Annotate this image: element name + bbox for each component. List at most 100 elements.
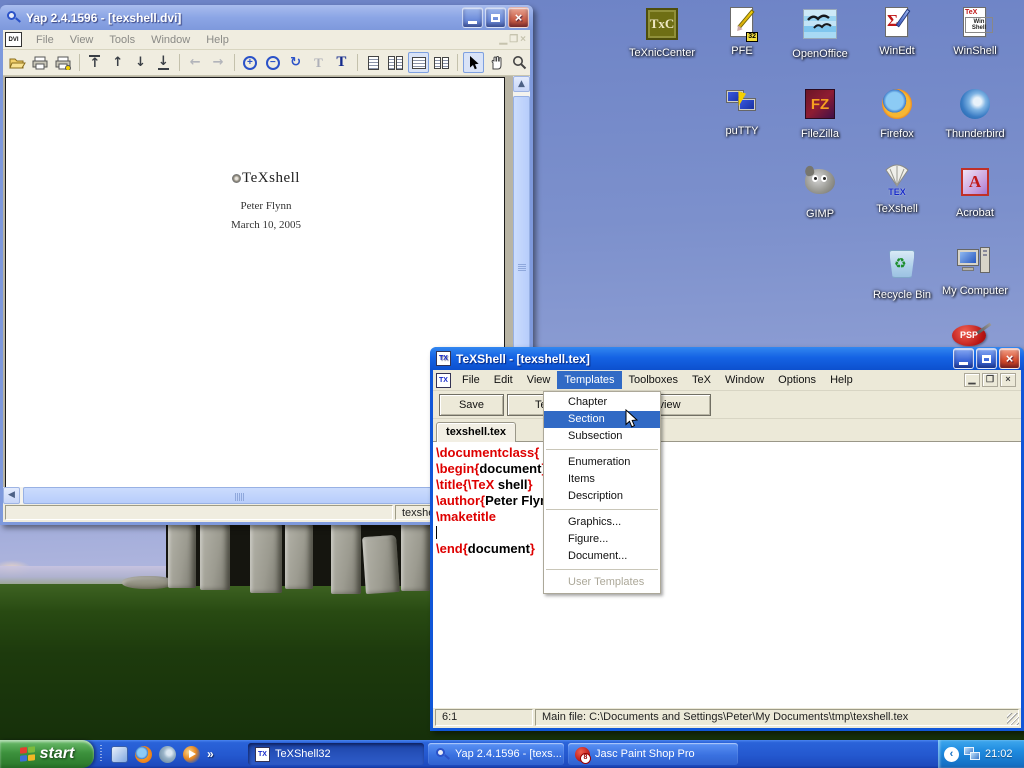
texshell-minimize-button[interactable] [953, 348, 974, 369]
menu-item-figure[interactable]: Figure... [544, 531, 660, 548]
code-line: \title{\TeX shell} [436, 477, 1021, 493]
openoffice-icon [802, 9, 838, 45]
menu-item-document[interactable]: Document... [544, 548, 660, 565]
menu-file[interactable]: File [455, 371, 487, 389]
menu-templates[interactable]: Templates [557, 371, 621, 389]
quicklaunch-overflow-chevron[interactable]: » [207, 746, 214, 763]
yap-menu-window[interactable]: Window [143, 32, 198, 48]
menu-toolboxes[interactable]: Toolboxes [622, 371, 686, 389]
menu-item-items[interactable]: Items [544, 471, 660, 488]
menu-item-section[interactable]: Section [544, 411, 660, 428]
desktop-icon-texniccenter[interactable]: TxC TeXnicCenter [617, 6, 707, 59]
desktop-icon-paint-shop-pro[interactable]: PSP [952, 325, 986, 346]
single-page-view-button[interactable] [363, 52, 384, 73]
menu-item-subsection[interactable]: Subsection [544, 428, 660, 445]
mdi-window-controls: ▁ ❒ × [964, 373, 1021, 387]
yap-titlebar[interactable]: Yap 2.4.1596 - [texshell.dvi] × [0, 5, 533, 30]
resize-grip[interactable] [1007, 713, 1019, 725]
mdi-minimize-button[interactable]: ▁ [964, 373, 980, 387]
desktop-icon-my-computer[interactable]: My Computer [930, 246, 1020, 297]
desktop-icon-firefox[interactable]: Firefox [852, 86, 942, 140]
text-tool-button[interactable]: T [331, 52, 352, 73]
select-tool-button[interactable] [463, 52, 484, 73]
texshell-menubar: TX File Edit View Templates Toolboxes Te… [433, 370, 1021, 391]
last-page-button[interactable]: ↓ [153, 52, 174, 73]
print-button[interactable] [30, 52, 51, 73]
zoom-in-button[interactable]: + [239, 52, 260, 73]
refresh-button[interactable]: ↻ [285, 52, 306, 73]
dvi-document-author: Peter Flynn [146, 200, 386, 212]
texshell-maximize-button[interactable] [976, 348, 997, 369]
texshell-titlebar[interactable]: TX TeXShell - [texshell.tex] × [430, 347, 1024, 370]
texniccenter-icon: TxC [646, 8, 678, 40]
folder-open-icon [9, 56, 26, 69]
next-page-button[interactable]: ↓ [130, 52, 151, 73]
desktop-icon-acrobat[interactable]: A Acrobat [930, 164, 1020, 219]
yap-menu-view[interactable]: View [62, 32, 102, 48]
editor-code[interactable]: \documentclass{\begin{document}\title{\T… [433, 442, 1021, 708]
texshell-statusbar: 6:1 Main file: C:\Documents and Settings… [433, 708, 1021, 727]
thunderbird-quicklaunch-icon[interactable] [159, 746, 176, 763]
horizontal-scroll-thumb[interactable] [23, 487, 455, 504]
yap-menu-help[interactable]: Help [198, 32, 237, 48]
menu-help[interactable]: Help [823, 371, 860, 389]
continuous-view-button[interactable] [431, 52, 452, 73]
printer-icon [32, 56, 48, 70]
menu-item-graphics[interactable]: Graphics... [544, 514, 660, 531]
menu-edit[interactable]: Edit [487, 371, 520, 389]
menu-view[interactable]: View [520, 371, 558, 389]
desktop-icon-texshell[interactable]: TEX TeXshell [852, 164, 942, 215]
mdi-close-button[interactable]: × [1000, 373, 1016, 387]
first-page-button[interactable]: ↑ [84, 52, 105, 73]
double-page-view-button[interactable] [386, 52, 407, 73]
menu-item-description[interactable]: Description [544, 488, 660, 505]
main-file-path: Main file: C:\Documents and Settings\Pet… [535, 709, 1019, 726]
mdi-restore-button[interactable]: ❒ [982, 373, 998, 387]
ruler-tool-button[interactable]: T [308, 52, 329, 73]
task-button-paint-shop-pro[interactable]: Jasc Paint Shop Pro [568, 743, 738, 765]
task-button-yap[interactable]: Yap 2.4.1596 - [texs... [428, 743, 564, 765]
mdi-ghost-buttons: ▁❒× [499, 34, 530, 46]
magnifier-tool-button[interactable] [509, 52, 530, 73]
task-button-texshell32[interactable]: TX TeXShell32 [248, 743, 424, 765]
down-arrow-icon: ↓ [135, 56, 146, 69]
media-player-quicklaunch-icon[interactable] [183, 746, 200, 763]
scroll-up-button[interactable]: ▲ [513, 76, 530, 92]
start-button[interactable]: start [0, 740, 94, 768]
fit-width-view-button[interactable] [408, 52, 429, 73]
scroll-left-button[interactable]: ◀ [3, 487, 20, 504]
firefox-quicklaunch-icon[interactable] [135, 746, 152, 763]
desktop-icon-pfe[interactable]: 32 PFE [697, 6, 787, 57]
taskbar-clock[interactable]: 21:02 [985, 748, 1013, 760]
network-tray-icon[interactable] [964, 747, 980, 761]
tray-collapse-button[interactable]: ‹ [944, 747, 959, 762]
yap-menu-tools[interactable]: Tools [101, 32, 143, 48]
dvi-document-title: TeXshell [146, 170, 386, 187]
menu-options[interactable]: Options [771, 371, 823, 389]
desktop-icon-winshell[interactable]: TeXWin Shell WinShell [930, 6, 1020, 57]
putty-icon [724, 86, 760, 122]
zoom-out-icon: − [266, 56, 280, 70]
yap-maximize-button[interactable] [485, 7, 506, 28]
menu-tex[interactable]: TeX [685, 371, 718, 389]
previous-page-button[interactable]: ↑ [107, 52, 128, 73]
menu-window[interactable]: Window [718, 371, 771, 389]
hand-tool-button[interactable] [486, 52, 507, 73]
yap-menu-file[interactable]: File [28, 32, 62, 48]
desktop-icon-thunderbird[interactable]: Thunderbird [930, 86, 1020, 140]
print-setup-button[interactable] [53, 52, 74, 73]
open-file-button[interactable] [7, 52, 28, 73]
desktop-icon-winedt[interactable]: Σ WinEdt [852, 6, 942, 57]
menu-item-enumeration[interactable]: Enumeration [544, 454, 660, 471]
texshell-close-button[interactable]: × [999, 348, 1020, 369]
yap-toolbar: ↑ ↑ ↓ ↓ ← → + − ↻ T T [3, 50, 530, 76]
desktop-icon-putty[interactable]: puTTY [697, 86, 787, 137]
zoom-out-button[interactable]: − [262, 52, 283, 73]
yap-close-button[interactable]: × [508, 7, 529, 28]
show-desktop-icon[interactable] [111, 746, 128, 763]
save-button[interactable]: Save [439, 394, 504, 416]
toolbar-separator [100, 745, 102, 763]
tab-texshell-tex[interactable]: texshell.tex [436, 422, 516, 442]
yap-minimize-button[interactable] [462, 7, 483, 28]
menu-item-chapter[interactable]: Chapter [544, 394, 660, 411]
